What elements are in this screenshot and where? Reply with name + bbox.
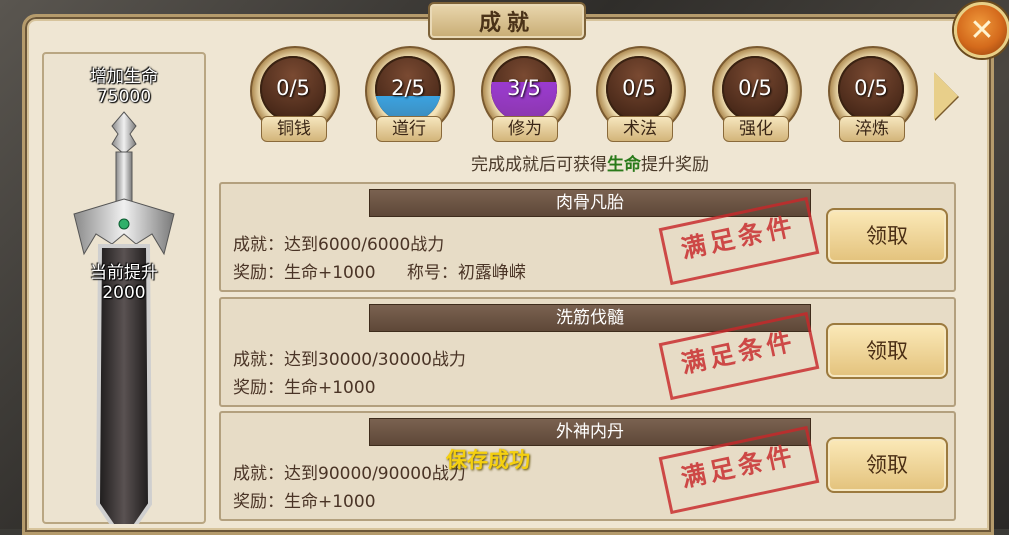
achievement-reward: 奖励：生命+1000 称号：初露峥嵘 <box>233 258 526 283</box>
claim-button[interactable]: 领取 <box>826 323 948 379</box>
tab-progress: 0/5 <box>276 76 310 100</box>
tab-3[interactable]: 0/5 术法 <box>594 46 686 142</box>
save-success-toast: 保存成功 <box>446 448 530 472</box>
title-label: 称号： <box>406 263 458 283</box>
reward-label: 奖励： <box>233 378 284 398</box>
bonus-label: 增加生命 <box>90 67 158 87</box>
tab-2[interactable]: 3/5 修为 <box>479 46 571 142</box>
hint-highlight: 生命 <box>607 155 641 175</box>
condition-label: 成就： <box>233 235 284 255</box>
hint-suffix: 提升奖励 <box>641 155 709 175</box>
tab-progress: 0/5 <box>854 76 888 100</box>
tab-label: 铜钱 <box>261 116 327 142</box>
reward-label: 奖励： <box>233 492 284 512</box>
claim-button[interactable]: 领取 <box>826 437 948 493</box>
tab-progress: 0/5 <box>622 76 656 100</box>
claim-button[interactable]: 领取 <box>826 208 948 264</box>
tab-label: 术法 <box>607 116 673 142</box>
condition-text: 达到6000/6000战力 <box>284 235 445 255</box>
current-label: 当前提升 <box>90 263 158 283</box>
next-arrow-icon[interactable] <box>934 72 958 120</box>
tab-1[interactable]: 2/5 道行 <box>363 46 455 142</box>
tab-label: 强化 <box>723 116 789 142</box>
window-title: 成就 <box>428 2 586 40</box>
achievement-reward: 奖励：生命+1000 <box>233 487 376 512</box>
condition-text: 达到30000/30000战力 <box>284 350 466 370</box>
tab-5[interactable]: 0/5 淬炼 <box>826 46 918 142</box>
tab-label: 淬炼 <box>839 116 905 142</box>
sword-icon <box>73 111 175 524</box>
achievement-condition: 成就：达到6000/6000战力 <box>233 230 444 255</box>
reward-text: 生命+1000 <box>284 378 376 398</box>
tab-label: 道行 <box>376 116 442 142</box>
title-text: 初露峥嵘 <box>457 263 526 283</box>
reward-hint: 完成成就后可获得生命提升奖励 <box>210 150 970 175</box>
current-value: 2000 <box>102 283 146 303</box>
condition-label: 成就： <box>233 464 284 484</box>
close-icon: ✕ <box>969 12 995 48</box>
reward-text: 生命+1000 <box>284 263 376 283</box>
close-button[interactable]: ✕ <box>954 2 1009 58</box>
tab-label: 修为 <box>492 116 558 142</box>
tab-0[interactable]: 0/5 铜钱 <box>248 46 340 142</box>
achievement-card: 外神内丹 成就：达到90000/90000战力 奖励：生命+1000 满足条件 … <box>219 411 956 521</box>
reward-label: 奖励： <box>233 263 284 283</box>
reward-text: 生命+1000 <box>284 492 376 512</box>
tab-4[interactable]: 0/5 强化 <box>710 46 802 142</box>
condition-text: 达到90000/90000战力 <box>284 464 466 484</box>
hint-prefix: 完成成就后可获得 <box>471 155 607 175</box>
life-bonus-sidebar: 增加生命 75000 当前提升 2000 <box>42 52 206 524</box>
tab-progress: 3/5 <box>507 76 541 100</box>
achievement-condition: 成就：达到90000/90000战力 <box>233 459 466 484</box>
achievement-card: 洗筋伐髓 成就：达到30000/30000战力 奖励：生命+1000 满足条件 … <box>219 297 956 407</box>
tab-progress: 0/5 <box>738 76 772 100</box>
achievement-condition: 成就：达到30000/30000战力 <box>233 345 466 370</box>
achievement-card: 肉骨凡胎 成就：达到6000/6000战力 奖励：生命+1000 称号：初露峥嵘… <box>219 182 956 292</box>
achievement-reward: 奖励：生命+1000 <box>233 373 376 398</box>
tab-progress: 2/5 <box>391 76 425 100</box>
condition-label: 成就： <box>233 350 284 370</box>
